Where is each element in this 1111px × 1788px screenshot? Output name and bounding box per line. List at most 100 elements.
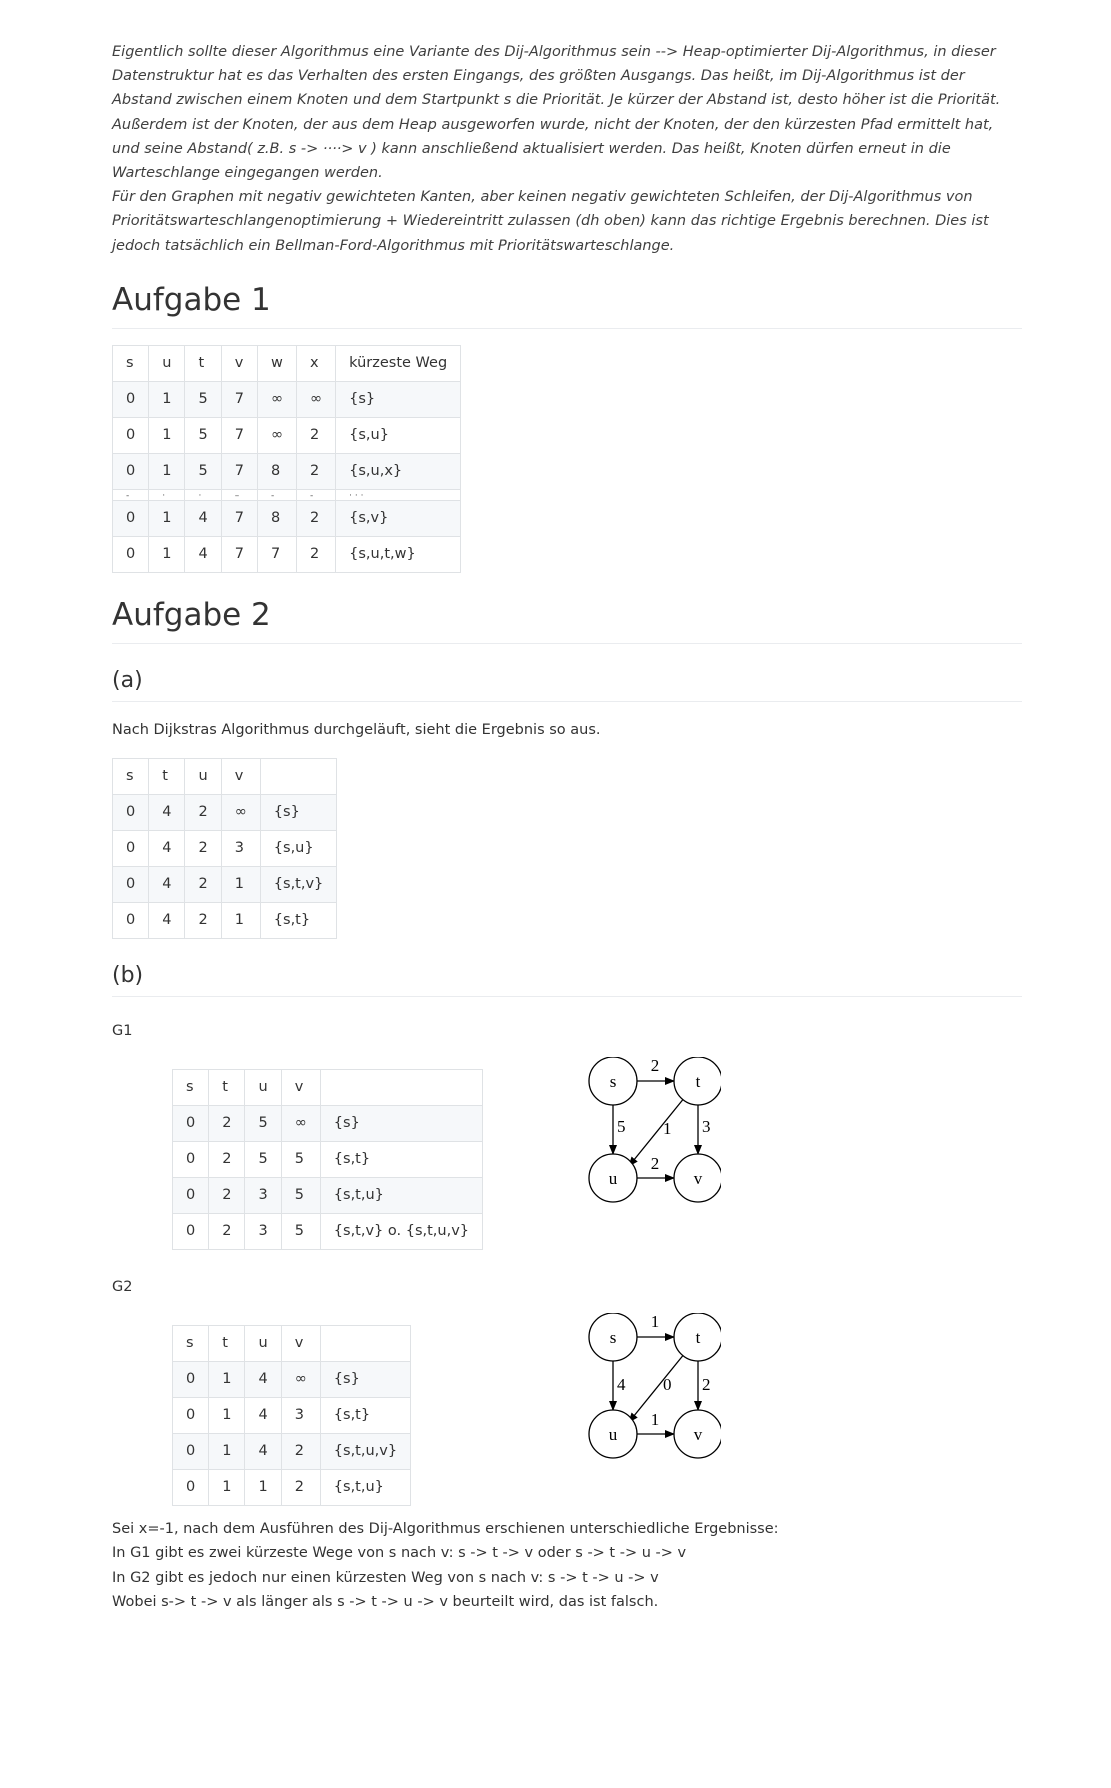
table-row: 0 1 5 7 8 2 {s,u,x} xyxy=(111,452,462,490)
table-cell: {s,u,x} xyxy=(335,452,462,490)
table-cell: 7 xyxy=(220,499,258,537)
table-row: 0 1 4 3 {s,t} xyxy=(171,1396,412,1434)
g1-label: G1 xyxy=(112,1022,133,1039)
table-cell: 0 xyxy=(111,793,150,831)
intro-paragraph: Für den Graphen mit negativ gewichteten … xyxy=(112,189,989,254)
g2-table: s t u v 0 1 4 ∞ {s} 0 1 4 3 {s,t} 0 1 4 … xyxy=(171,1324,412,1506)
table-cell: {s,t} xyxy=(259,901,338,939)
table-cell xyxy=(319,1068,484,1106)
table-cell: 2 xyxy=(280,1432,321,1470)
table-header-row: s t u v xyxy=(171,1324,412,1362)
table-cell: 0 xyxy=(111,829,150,867)
node-label: u xyxy=(609,1425,618,1444)
table-cell: 2 xyxy=(208,1212,246,1250)
table-cell: 4 xyxy=(148,865,186,903)
conclusion-line: In G2 gibt es jedoch nur einen kürzesten… xyxy=(112,1569,659,1586)
table-header-row: s u t v w x kürzeste Weg xyxy=(111,344,462,382)
table-cell: – xyxy=(220,488,258,501)
table-cell: 2 xyxy=(184,829,222,867)
table-cell: · xyxy=(148,488,186,501)
table-cell: {s,u} xyxy=(259,829,338,867)
table-cell: 0 xyxy=(111,380,150,418)
table-cell: 2 xyxy=(208,1104,246,1142)
table-cell: 7 xyxy=(220,380,258,418)
table-cell: 2 xyxy=(208,1140,246,1178)
table-cell: 7 xyxy=(256,535,298,573)
table-cell: 0 xyxy=(111,865,150,903)
table-cell: 8 xyxy=(256,499,298,537)
node-label: s xyxy=(610,1328,617,1347)
heading-aufgabe-1: Aufgabe 1 xyxy=(112,282,1022,329)
table-cell: 2 xyxy=(296,499,337,537)
table-cell: {s} xyxy=(335,380,462,418)
g2-section: s t u v 0 1 4 ∞ {s} 0 1 4 3 {s,t} 0 1 4 … xyxy=(112,1312,1022,1506)
g1-section: s t u v 0 2 5 ∞ {s} 0 2 5 5 {s,t} 0 2 3 … xyxy=(112,1056,1022,1250)
table-cell: u xyxy=(184,757,222,795)
node-label: v xyxy=(694,1169,703,1188)
page: Eigentlich sollte dieser Algorithmus ein… xyxy=(0,0,1111,1788)
table-cell: {s,u,t,w} xyxy=(335,535,462,573)
table-cell: 1 xyxy=(148,380,186,418)
table-cell: ∞ xyxy=(296,380,337,418)
table-row: 0 1 4 ∞ {s} xyxy=(171,1360,412,1398)
edge-weight: 0 xyxy=(663,1375,672,1394)
table-cell: 2 xyxy=(296,535,337,573)
table-row: 0 4 2 ∞ {s} xyxy=(111,793,338,831)
table-cell: s xyxy=(111,344,150,382)
table-cell: {s} xyxy=(319,1360,412,1398)
table-cell: 0 xyxy=(171,1176,210,1214)
table-cell: 1 xyxy=(208,1468,246,1506)
table-cell: 1 xyxy=(244,1468,282,1506)
table-cell: 1 xyxy=(148,452,186,490)
g1-table: s t u v 0 2 5 ∞ {s} 0 2 5 5 {s,t} 0 2 3 … xyxy=(171,1068,484,1250)
table-cell: 4 xyxy=(184,499,222,537)
table-cell: {s} xyxy=(259,793,338,831)
table-cell: {s,t,v} xyxy=(259,865,338,903)
table-cell: 0 xyxy=(171,1140,210,1178)
table-cell: 2 xyxy=(184,865,222,903)
edge-weight: 2 xyxy=(651,1154,660,1173)
table-cell: 4 xyxy=(184,535,222,573)
table-cell: kürzeste Weg xyxy=(335,344,462,382)
table-cell: 5 xyxy=(280,1212,321,1250)
table-cell: u xyxy=(148,344,186,382)
heading-part-a: (a) xyxy=(112,668,1022,702)
edge-weight: 4 xyxy=(617,1375,626,1394)
table-row: 0 2 3 5 {s,t,u} xyxy=(171,1176,484,1214)
table-cell: 1 xyxy=(148,416,186,454)
table-row: 0 4 2 1 {s,t} xyxy=(111,901,338,939)
table-cell: 1 xyxy=(208,1432,246,1470)
table-cell: t xyxy=(184,344,222,382)
aufgabe1-table: s u t v w x kürzeste Weg 0 1 5 7 ∞ ∞ {s}… xyxy=(111,344,462,573)
g2-graph: s t u v 1 4 0 2 1 xyxy=(561,1312,721,1483)
table-cell: 3 xyxy=(220,829,261,867)
table-cell: w xyxy=(256,344,298,382)
table-row-partial: - · · – - - · · · xyxy=(111,488,462,501)
table-cell: ∞ xyxy=(280,1104,321,1142)
table-cell: t xyxy=(208,1068,246,1106)
table-cell: - xyxy=(111,488,150,501)
table-cell: 1 xyxy=(220,865,261,903)
table-cell: ∞ xyxy=(280,1360,321,1398)
table-row: 0 2 5 5 {s,t} xyxy=(171,1140,484,1178)
table-cell: 5 xyxy=(184,416,222,454)
g2-label: G2 xyxy=(112,1278,133,1295)
table-cell: 2 xyxy=(184,901,222,939)
table-cell: 1 xyxy=(208,1360,246,1398)
table-cell: 0 xyxy=(171,1212,210,1250)
table-cell: · · · xyxy=(335,488,462,501)
table-cell: 0 xyxy=(111,416,150,454)
table-cell: 3 xyxy=(244,1176,282,1214)
conclusion: Sei x=-1, nach dem Ausführen des Dij-Alg… xyxy=(112,1517,1022,1615)
table-cell: 0 xyxy=(111,499,150,537)
table-cell: - xyxy=(256,488,298,501)
table-cell: 7 xyxy=(220,452,258,490)
table-cell: 0 xyxy=(171,1360,210,1398)
node-label: t xyxy=(696,1328,701,1347)
table-cell: 4 xyxy=(148,901,186,939)
node-label: v xyxy=(694,1425,703,1444)
table-cell: 2 xyxy=(280,1468,321,1506)
table-cell: {s,t} xyxy=(319,1140,484,1178)
table-cell: 2 xyxy=(296,416,337,454)
document-content: Eigentlich sollte dieser Algorithmus ein… xyxy=(111,40,1022,1615)
